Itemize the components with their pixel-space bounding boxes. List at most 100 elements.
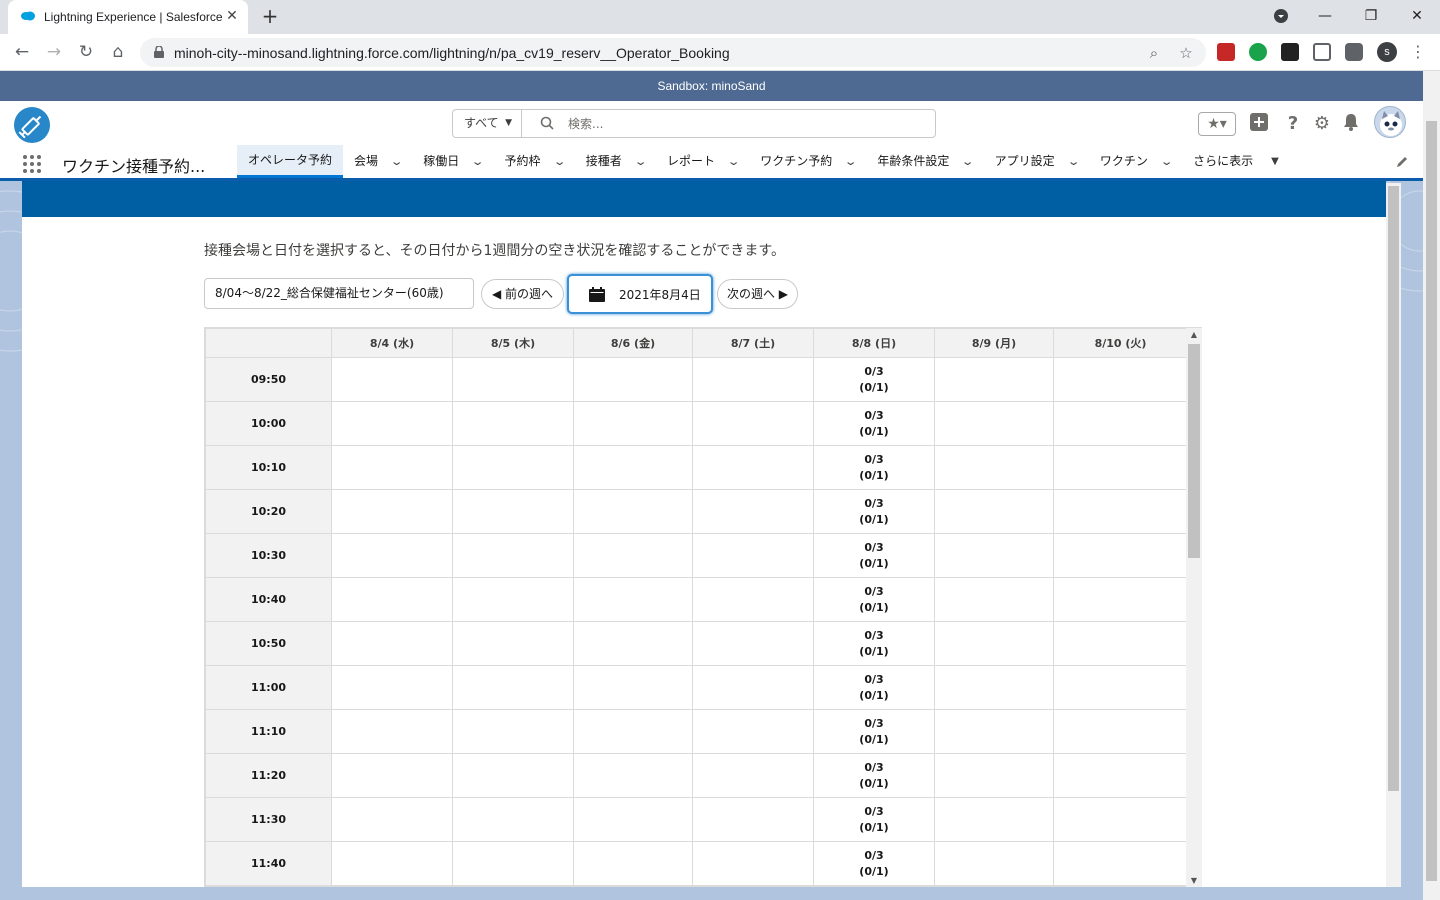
page-scroll-thumb[interactable] xyxy=(1388,186,1399,791)
chevron-down-icon[interactable]: ⌄ xyxy=(1160,145,1174,178)
chevron-down-icon[interactable]: ⌄ xyxy=(1066,145,1080,178)
nav-tab-recipients[interactable]: 接種者 ⌄ xyxy=(575,145,656,178)
browser-tab[interactable]: Lightning Experience | Salesforce ✕ xyxy=(8,0,248,34)
page-scrollbar[interactable] xyxy=(1386,183,1401,887)
nav-tab-label: 予約枠 xyxy=(504,154,541,168)
table-scroll-thumb[interactable] xyxy=(1188,344,1200,558)
availability-cell[interactable]: 0/3 (0/1) xyxy=(813,753,935,798)
chevron-down-icon[interactable]: ⌄ xyxy=(727,145,741,178)
time-slot-label: 10:00 xyxy=(205,401,332,446)
availability-cell xyxy=(452,797,574,842)
availability-cell xyxy=(331,797,453,842)
time-slot-label: 11:40 xyxy=(205,841,332,886)
chevron-down-icon[interactable]: ⌄ xyxy=(961,145,975,178)
forward-icon[interactable]: → xyxy=(42,40,66,64)
availability-cell[interactable]: 0/3 (0/1) xyxy=(813,577,935,622)
extension-chat-icon[interactable] xyxy=(1313,43,1331,61)
search-scope-select[interactable]: すべて ▼ xyxy=(452,109,522,138)
zoom-icon[interactable]: ⌕ xyxy=(1144,43,1164,63)
reload-icon[interactable]: ↻ xyxy=(74,40,98,64)
window-scroll-thumb[interactable] xyxy=(1426,121,1437,881)
availability-cell[interactable]: 0/3 (0/1) xyxy=(813,665,935,710)
availability-cell[interactable]: 0/3 (0/1) xyxy=(813,357,935,402)
chevron-down-icon: ▼ xyxy=(505,118,512,128)
notification-bell-icon[interactable] xyxy=(1341,112,1361,136)
profile-avatar[interactable]: s xyxy=(1377,42,1397,62)
nav-tab-app-settings[interactable]: アプリ設定 ⌄ xyxy=(984,145,1089,178)
availability-cell[interactable]: 0/3 (0/1) xyxy=(813,401,935,446)
user-avatar[interactable] xyxy=(1374,106,1406,138)
availability-table: 8/4 (水) 8/5 (木) 8/6 (金) 8/7 (土) 8/8 (日) … xyxy=(205,328,1188,886)
minimize-icon[interactable]: — xyxy=(1310,4,1340,28)
availability-cell xyxy=(692,357,814,402)
extension-bookmark-icon[interactable] xyxy=(1281,43,1299,61)
nav-tab-age-settings[interactable]: 年齢条件設定 ⌄ xyxy=(866,145,983,178)
back-icon[interactable]: ← xyxy=(10,40,34,64)
nav-more-button[interactable]: さらに表示 ▼ xyxy=(1182,145,1290,178)
availability-cell xyxy=(331,753,453,798)
availability-cell[interactable]: 0/3 (0/1) xyxy=(813,797,935,842)
availability-cell xyxy=(331,841,453,886)
chevron-down-icon[interactable]: ⌄ xyxy=(471,145,485,178)
window-scrollbar[interactable] xyxy=(1423,71,1440,900)
restore-icon[interactable]: ❐ xyxy=(1356,4,1386,28)
app-logo[interactable] xyxy=(14,107,50,143)
help-icon[interactable]: ? xyxy=(1283,112,1303,136)
chevron-down-icon[interactable]: ⌄ xyxy=(633,145,647,178)
global-actions-icon[interactable] xyxy=(1249,112,1269,136)
next-week-button[interactable]: 次の週へ ▶ xyxy=(717,279,798,309)
new-tab-icon[interactable]: + xyxy=(258,5,282,29)
time-slot-label: 11:30 xyxy=(205,797,332,842)
nav-tab-booking-slots[interactable]: 予約枠 ⌄ xyxy=(493,145,574,178)
availability-cell xyxy=(934,445,1054,490)
brand-band xyxy=(22,181,1386,217)
extensions-puzzle-icon[interactable] xyxy=(1345,43,1363,61)
chevron-down-icon[interactable]: ⌄ xyxy=(390,145,404,178)
browser-menu-icon[interactable]: ⋮ xyxy=(1410,41,1426,63)
chevron-down-icon[interactable]: ⌄ xyxy=(552,145,566,178)
favorites-button[interactable]: ★▾ xyxy=(1198,112,1236,136)
nav-tab-venue[interactable]: 会場 ⌄ xyxy=(343,145,412,178)
availability-cell xyxy=(1053,841,1188,886)
availability-cell[interactable]: 0/3 (0/1) xyxy=(813,709,935,754)
availability-table-container: 8/4 (水) 8/5 (木) 8/6 (金) 8/7 (土) 8/8 (日) … xyxy=(204,327,1202,887)
close-tab-icon[interactable]: ✕ xyxy=(224,8,240,24)
gear-icon[interactable]: ⚙ xyxy=(1312,112,1332,136)
global-search[interactable] xyxy=(521,109,936,138)
nav-tab-reports[interactable]: レポート ⌄ xyxy=(656,145,749,178)
availability-cell[interactable]: 0/3 (0/1) xyxy=(813,841,935,886)
availability-cell xyxy=(934,797,1054,842)
nav-tab-operator-booking[interactable]: オペレータ予約 xyxy=(237,145,344,178)
calendar-icon xyxy=(589,287,605,302)
table-row: 11:00 0/3 (0/1) xyxy=(205,665,1188,710)
tab-search-icon[interactable] xyxy=(1266,4,1296,28)
nav-tab-operating-days[interactable]: 稼働日 ⌄ xyxy=(412,145,493,178)
extension-green-icon[interactable] xyxy=(1249,43,1267,61)
search-input[interactable] xyxy=(568,114,918,134)
nav-tab-label: レポート xyxy=(666,154,715,168)
availability-cell[interactable]: 0/3 (0/1) xyxy=(813,489,935,534)
instructions-text: 接種会場と日付を選択すると、その日付から1週間分の空き状況を確認することができま… xyxy=(204,243,785,259)
availability-cell[interactable]: 0/3 (0/1) xyxy=(813,621,935,666)
home-icon[interactable]: ⌂ xyxy=(106,40,130,64)
address-bar[interactable]: minoh-city--minosand.lightning.force.com… xyxy=(140,38,1206,67)
app-launcher-icon[interactable] xyxy=(22,154,42,174)
availability-cell[interactable]: 0/3 (0/1) xyxy=(813,445,935,490)
nav-tab-label: 会場 xyxy=(354,154,379,168)
scroll-up-arrow-icon[interactable]: ▲ xyxy=(1186,330,1202,339)
nav-tab-vaccine-booking[interactable]: ワクチン予約 ⌄ xyxy=(749,145,866,178)
nav-items: オペレータ予約 会場 ⌄ 稼働日 ⌄ 予約枠 ⌄ 接種者 ⌄ レポート ⌄ ワクチン予約 ⌄… xyxy=(237,145,1290,178)
chevron-down-icon[interactable]: ⌄ xyxy=(844,145,858,178)
close-window-icon[interactable]: ✕ xyxy=(1402,4,1432,28)
bookmark-star-icon[interactable]: ☆ xyxy=(1176,43,1196,63)
nav-tab-vaccines[interactable]: ワクチン ⌄ xyxy=(1089,145,1182,178)
edit-nav-pencil-icon[interactable] xyxy=(1395,155,1409,169)
scroll-down-arrow-icon[interactable]: ▼ xyxy=(1186,876,1202,885)
availability-cell xyxy=(1053,709,1188,754)
extension-red-icon[interactable] xyxy=(1217,43,1235,61)
availability-cell[interactable]: 0/3 (0/1) xyxy=(813,533,935,578)
table-scrollbar[interactable]: ▲ ▼ xyxy=(1186,328,1202,887)
venue-select[interactable]: 8/04～8/22_総合保健福祉センター(60歳) xyxy=(204,278,474,309)
date-picker[interactable]: 2021年8月4日 xyxy=(567,274,713,314)
previous-week-button[interactable]: ◀ 前の週へ xyxy=(481,279,564,309)
